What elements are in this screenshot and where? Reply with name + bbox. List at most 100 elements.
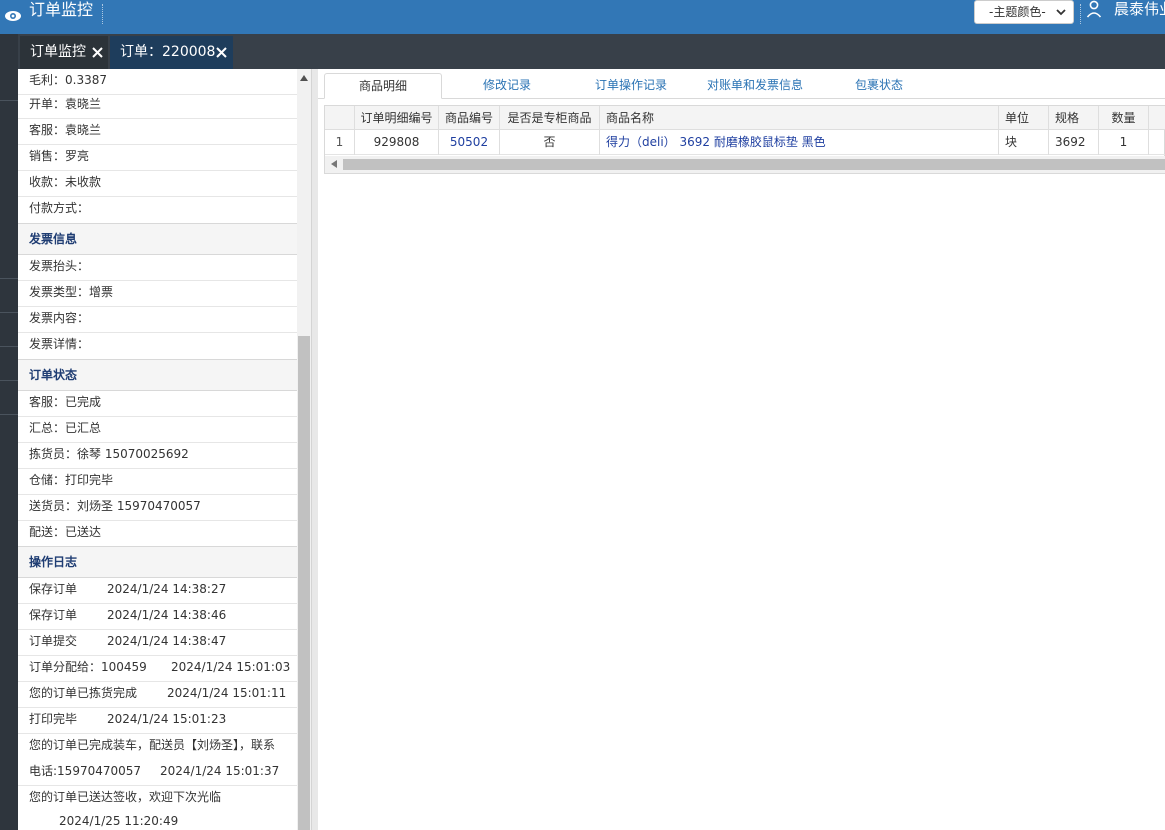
rail-divider bbox=[0, 380, 18, 381]
tab-statement-invoice[interactable]: 对账单和发票信息 bbox=[698, 73, 812, 99]
info-row-creator: 开单：袁晓兰 bbox=[18, 93, 297, 119]
panel-splitter[interactable] bbox=[311, 69, 318, 830]
grid-horizontal-scrollbar[interactable] bbox=[325, 156, 1165, 173]
close-icon[interactable] bbox=[216, 47, 227, 58]
log-time: 2024/1/24 15:01:37 bbox=[160, 764, 280, 778]
log-row: 保存订单 2024/1/24 14:38:46 bbox=[18, 604, 297, 630]
status-row-courier: 送货员：刘炀圣 15970470057 bbox=[18, 495, 297, 521]
log-action: 保存订单 bbox=[29, 582, 78, 596]
status-row-picker: 拣货员：徐琴 15070025692 bbox=[18, 443, 297, 469]
left-panel-scrollbar[interactable] bbox=[297, 69, 311, 830]
column-header[interactable]: 商品编号 bbox=[439, 106, 500, 130]
grid-header-index bbox=[325, 106, 355, 130]
status-row-service: 客服：已完成 bbox=[18, 391, 297, 417]
log-row: 订单提交 2024/1/24 14:38:47 bbox=[18, 630, 297, 656]
invoice-row-type: 发票类型：增票 bbox=[18, 281, 297, 307]
log-row: 您的订单已送达签收，欢迎下次光临 2024/1/25 11:20:49 bbox=[18, 786, 297, 830]
log-time: 2024/1/24 15:01:11 bbox=[167, 686, 287, 700]
detail-tabs: 商品明细 修改记录 订单操作记录 对账单和发票信息 包裹状态 bbox=[318, 69, 1165, 99]
cell-product-name-link[interactable]: 得力（deli） 3692 耐磨橡胶鼠标垫 黑色 bbox=[600, 130, 999, 155]
section-order-status-title: 订单状态 bbox=[18, 359, 297, 391]
info-row-service: 客服：袁晓兰 bbox=[18, 119, 297, 145]
scrollbar-thumb[interactable] bbox=[298, 336, 310, 830]
status-row-summary: 汇总：已汇总 bbox=[18, 417, 297, 443]
column-header[interactable]: 订单明细编号 bbox=[355, 106, 439, 130]
column-header[interactable]: 是否是专柜商品 bbox=[500, 106, 600, 130]
log-action: 您的订单已送达签收，欢迎下次光临 bbox=[29, 790, 222, 804]
tab-edit-history[interactable]: 修改记录 bbox=[458, 73, 556, 99]
info-row-payment-status: 收款：未收款 bbox=[18, 171, 297, 197]
rail-divider bbox=[0, 100, 18, 101]
page-title: 订单监控 bbox=[29, 0, 94, 19]
cell-detail-id: 929808 bbox=[355, 130, 439, 155]
column-header[interactable]: 数量 bbox=[1099, 106, 1149, 130]
log-row: 订单分配给：100459 2024/1/24 15:01:03 bbox=[18, 656, 297, 682]
log-time: 2024/1/24 14:38:46 bbox=[107, 608, 227, 622]
rail-divider bbox=[0, 346, 18, 347]
log-row: 您的订单已完成装车，配送员【刘炀圣】，联系 电话:15970470057 202… bbox=[18, 734, 297, 786]
product-grid: 订单明细编号 商品编号 是否是专柜商品 商品名称 单位 规格 数量 1 9298… bbox=[324, 105, 1165, 174]
eye-icon bbox=[5, 11, 21, 21]
log-action: 保存订单 bbox=[29, 608, 78, 622]
tab-label: 订单：220008 bbox=[120, 44, 216, 60]
title-divider bbox=[102, 4, 103, 24]
tab-package-status[interactable]: 包裹状态 bbox=[838, 73, 920, 99]
cell-product-id-link[interactable]: 50502 bbox=[439, 130, 500, 155]
table-row[interactable]: 1 929808 50502 否 得力（deli） 3692 耐磨橡胶鼠标垫 黑… bbox=[325, 130, 1165, 155]
user-icon[interactable] bbox=[1086, 0, 1102, 18]
info-row-payment-method: 付款方式： bbox=[29, 201, 90, 215]
tab-order-monitor[interactable]: 订单监控 bbox=[20, 36, 108, 69]
theme-color-select[interactable]: -主题颜色- bbox=[974, 0, 1074, 24]
close-icon[interactable] bbox=[92, 47, 103, 58]
log-row: 保存订单 2024/1/24 14:38:27 bbox=[18, 578, 297, 604]
log-time: 2024/1/25 11:20:49 bbox=[59, 814, 179, 828]
log-row: 打印完毕 2024/1/24 15:01:23 bbox=[18, 708, 297, 734]
section-log-title: 操作日志 bbox=[18, 546, 297, 578]
cell-spec: 3692 bbox=[1049, 130, 1099, 155]
order-detail-panel: 商品明细 修改记录 订单操作记录 对账单和发票信息 包裹状态 订单明细编号 商品… bbox=[318, 69, 1165, 830]
log-time: 2024/1/24 14:38:27 bbox=[107, 582, 227, 596]
invoice-row-detail: 发票详情： bbox=[29, 337, 90, 351]
user-name[interactable]: 晨泰伟业 bbox=[1114, 0, 1165, 18]
user-divider bbox=[1080, 4, 1081, 24]
tab-product-detail[interactable]: 商品明细 bbox=[324, 73, 442, 99]
info-row-profit: 毛利：0.3387 bbox=[18, 69, 297, 95]
log-action: 打印完毕 bbox=[29, 712, 78, 726]
column-header[interactable]: 规格 bbox=[1049, 106, 1099, 130]
side-rail bbox=[0, 34, 18, 830]
log-action-continued: 电话:15970470057 2024/1/24 15:01:37 bbox=[29, 760, 297, 786]
chevron-down-icon bbox=[1056, 9, 1066, 16]
cell-quantity: 1 bbox=[1099, 130, 1149, 155]
log-time: 2024/1/24 15:01:23 bbox=[107, 712, 227, 726]
log-time: 2024/1/24 15:01:03 bbox=[171, 660, 291, 674]
tab-bar: 订单监控 订单：220008 bbox=[0, 34, 1165, 69]
top-header: 订单监控 -主题颜色- 晨泰伟业 bbox=[0, 0, 1165, 34]
scroll-left-arrow-icon[interactable] bbox=[331, 160, 337, 168]
column-header[interactable]: 单位 bbox=[999, 106, 1049, 130]
rail-divider bbox=[0, 414, 18, 415]
scrollbar-thumb[interactable] bbox=[343, 159, 1165, 170]
cell-unit: 块 bbox=[999, 130, 1049, 155]
column-header[interactable]: 商品名称 bbox=[600, 106, 999, 130]
info-row-sales: 销售：罗亮 bbox=[18, 145, 297, 171]
tab-operation-log[interactable]: 订单操作记录 bbox=[580, 73, 682, 99]
tab-order-detail[interactable]: 订单：220008 bbox=[110, 36, 233, 69]
order-info-panel: 毛利：0.3387 开单：袁晓兰 客服：袁晓兰 销售：罗亮 收款：未收款 付款方… bbox=[18, 69, 297, 830]
status-row-warehouse: 仓储：打印完毕 bbox=[18, 469, 297, 495]
log-action: 订单提交 bbox=[29, 634, 78, 648]
rail-divider bbox=[0, 278, 18, 279]
row-index: 1 bbox=[325, 130, 355, 155]
section-invoice-title: 发票信息 bbox=[18, 223, 297, 255]
tab-label: 订单监控 bbox=[30, 44, 86, 60]
log-action-line2: 电话:15970470057 bbox=[29, 764, 142, 778]
status-row-delivery: 配送：已送达 bbox=[29, 525, 102, 539]
grid-header: 订单明细编号 商品编号 是否是专柜商品 商品名称 单位 规格 数量 bbox=[325, 106, 1165, 130]
log-row: 您的订单已拣货完成 2024/1/24 15:01:11 bbox=[18, 682, 297, 708]
theme-color-select-value: -主题颜色- bbox=[989, 5, 1046, 19]
invoice-row-header: 发票抬头： bbox=[18, 255, 297, 281]
log-action: 您的订单已拣货完成 bbox=[29, 686, 138, 700]
cell-is-counter: 否 bbox=[500, 130, 600, 155]
rail-divider bbox=[0, 312, 18, 313]
invoice-row-content: 发票内容： bbox=[18, 307, 297, 333]
scroll-up-arrow-icon[interactable] bbox=[300, 75, 308, 81]
